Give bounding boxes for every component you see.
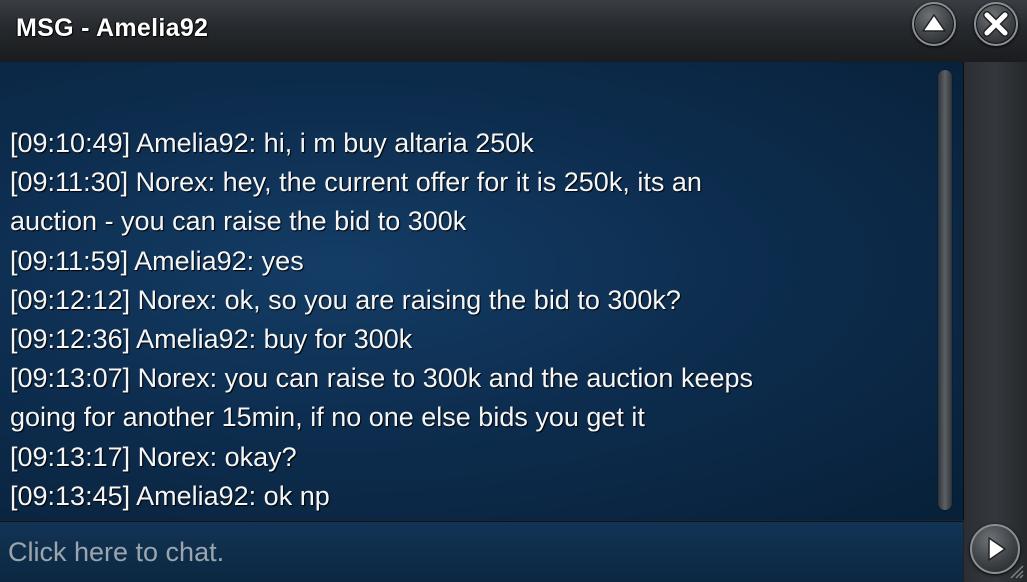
title-bar[interactable]: MSG - Amelia92 <box>0 0 1027 63</box>
window-side-frame <box>964 62 1027 582</box>
chat-log-panel: [09:10:49] Amelia92: hi, i m buy altaria… <box>0 62 964 520</box>
close-x-icon <box>983 11 1009 37</box>
chat-message: [09:13:17] Norex: okay? <box>10 441 297 472</box>
chat-message: [09:12:36] Amelia92: buy for 300k <box>10 324 413 355</box>
chat-message: [09:10:49] Amelia92: hi, i m buy altaria… <box>10 128 534 158</box>
chat-message: going for another 15min, if no one else … <box>10 402 645 433</box>
chat-message: [09:11:59] Amelia92: yes <box>10 245 304 276</box>
scrollbar-thumb[interactable] <box>938 70 952 510</box>
close-button[interactable] <box>974 2 1018 46</box>
chat-message: [09:13:45] Amelia92: ok np <box>10 480 330 511</box>
chat-message: [09:11:30] Norex: hey, the current offer… <box>10 167 702 198</box>
chat-message: auction - you can raise the bid to 300k <box>10 206 467 237</box>
window-title: MSG - Amelia92 <box>16 14 209 42</box>
chat-input-bar <box>0 521 963 582</box>
resize-grip-icon[interactable] <box>1005 560 1025 580</box>
chat-message: [09:12:12] Norex: ok, so you are raising… <box>10 284 681 315</box>
chat-window: MSG - Amelia92 [09:10:49] Amelia92: hi, … <box>0 0 1027 582</box>
chat-scrollbar[interactable] <box>936 68 954 512</box>
message-list: [09:10:49] Amelia92: hi, i m buy altaria… <box>10 124 925 516</box>
chat-message: [09:13:07] Norex: you can raise to 300k … <box>10 363 753 394</box>
triangle-up-icon <box>922 14 946 32</box>
chat-input[interactable] <box>0 522 963 582</box>
minimize-button[interactable] <box>912 2 956 46</box>
